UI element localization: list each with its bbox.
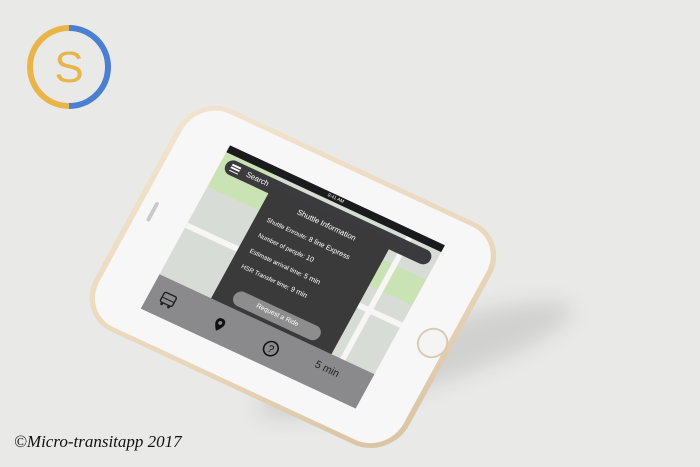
arrival-value: 5 min <box>302 271 323 287</box>
transfer-value: 9 min <box>288 284 310 300</box>
people-value: 10 <box>304 252 316 265</box>
bus-tab[interactable] <box>153 287 182 315</box>
help-tab[interactable]: ? <box>256 335 285 363</box>
location-pin-icon <box>215 318 226 331</box>
location-tab[interactable] <box>205 311 234 339</box>
bus-icon <box>159 291 178 309</box>
hamburger-menu-icon[interactable] <box>228 163 242 175</box>
phone-mockup: 9:41 AM Search Shuttle Information Shutt… <box>0 0 700 467</box>
help-icon: ? <box>262 340 280 357</box>
copyright-caption: ©Micro-transitapp 2017 <box>14 432 182 451</box>
phone: 9:41 AM Search Shuttle Information Shutt… <box>74 92 511 462</box>
